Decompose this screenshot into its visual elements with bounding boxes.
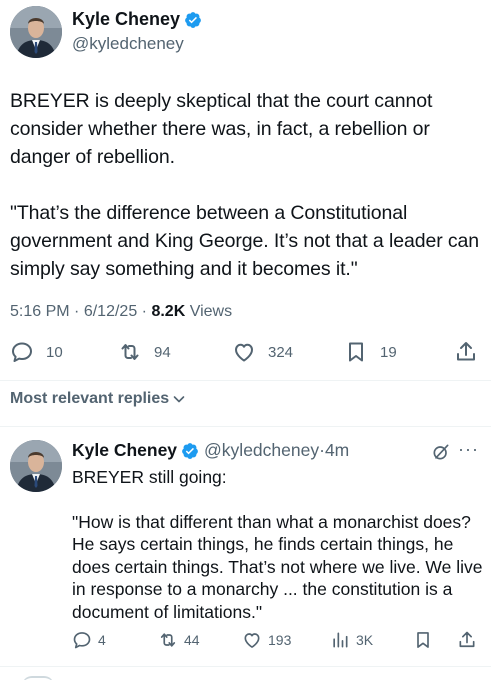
views-label: Views bbox=[189, 303, 233, 320]
views-chart-icon bbox=[333, 632, 348, 648]
tweet-time[interactable]: 5:16 PM bbox=[10, 303, 70, 320]
avatar-image bbox=[10, 6, 62, 58]
share-button[interactable] bbox=[454, 340, 478, 364]
repost-count: 94 bbox=[154, 343, 171, 361]
main-tweet-header: Kyle Cheney @kyledcheney bbox=[10, 6, 480, 58]
meta-separator: · bbox=[141, 303, 147, 320]
like-button[interactable]: 324 bbox=[232, 340, 293, 364]
like-count: 324 bbox=[268, 343, 294, 361]
repost-count: 44 bbox=[184, 632, 200, 648]
next-reply-avatar-peek bbox=[22, 676, 54, 680]
reply-icon bbox=[12, 342, 32, 362]
author-name[interactable]: Kyle Cheney bbox=[72, 9, 180, 30]
avatar-image bbox=[10, 440, 62, 492]
tweet-meta: 5:16 PM · 6/12/25 · 8.2K Views bbox=[10, 303, 232, 321]
repost-icon bbox=[121, 344, 139, 360]
verified-badge-icon bbox=[184, 11, 202, 29]
reply-time[interactable]: 4m bbox=[325, 440, 349, 461]
heart-icon bbox=[244, 633, 260, 648]
repost-button[interactable]: 94 bbox=[118, 340, 171, 364]
grok-icon[interactable] bbox=[431, 442, 451, 462]
reply-button[interactable]: 4 bbox=[72, 630, 106, 650]
meta-separator: · bbox=[74, 303, 80, 320]
reply-text: BREYER still going: "How is that differe… bbox=[72, 466, 484, 623]
tweet-actions: 10 94 324 19 bbox=[10, 340, 478, 368]
bookmark-count: 19 bbox=[380, 343, 397, 361]
more-options-icon[interactable]: ··· bbox=[458, 439, 479, 460]
tweet-text: BREYER is deeply skeptical that the cour… bbox=[10, 87, 480, 283]
reply-header: Kyle Cheney @kyledcheney · 4m bbox=[72, 440, 349, 461]
repost-icon bbox=[160, 633, 176, 647]
share-icon bbox=[457, 342, 475, 361]
divider bbox=[0, 666, 491, 667]
replies-sort-dropdown[interactable]: Most relevant replies bbox=[10, 390, 187, 408]
divider bbox=[0, 426, 491, 427]
bookmark-icon bbox=[417, 632, 429, 648]
author-name-row: Kyle Cheney bbox=[72, 9, 202, 30]
reply-count: 10 bbox=[46, 343, 63, 361]
heart-icon bbox=[235, 343, 253, 362]
views-count: 3K bbox=[356, 632, 374, 648]
reply-actions: 4 44 193 3K bbox=[72, 630, 477, 652]
repost-button[interactable]: 44 bbox=[158, 630, 200, 650]
replies-sort-label: Most relevant replies bbox=[10, 390, 170, 407]
divider bbox=[0, 380, 491, 381]
reply-author-name[interactable]: Kyle Cheney bbox=[72, 440, 177, 461]
views-count[interactable]: 8.2K bbox=[151, 303, 185, 320]
share-icon bbox=[459, 631, 475, 648]
tweet-paragraph: BREYER is deeply skeptical that the cour… bbox=[10, 90, 433, 168]
reply-count: 4 bbox=[98, 632, 106, 648]
reply-paragraph: BREYER still going: bbox=[72, 467, 227, 487]
author-handle[interactable]: @kyledcheney bbox=[72, 34, 184, 54]
share-button[interactable] bbox=[457, 630, 477, 650]
bookmark-button[interactable] bbox=[413, 630, 433, 650]
verified-badge-icon bbox=[181, 442, 199, 460]
reply-paragraph: "How is that different than what a monar… bbox=[72, 511, 483, 622]
chevron-down-icon bbox=[173, 396, 185, 403]
views-button[interactable]: 3K bbox=[330, 630, 373, 650]
like-button[interactable]: 193 bbox=[242, 630, 291, 650]
reply-icon bbox=[73, 632, 91, 649]
reply-button[interactable]: 10 bbox=[10, 340, 63, 364]
like-count: 193 bbox=[268, 632, 292, 648]
bookmark-icon bbox=[349, 342, 363, 362]
tweet-date[interactable]: 6/12/25 bbox=[84, 303, 137, 320]
avatar[interactable] bbox=[10, 6, 62, 58]
reply-avatar[interactable] bbox=[10, 440, 62, 492]
bookmark-button[interactable]: 19 bbox=[344, 340, 397, 364]
tweet-paragraph: "That’s the difference between a Constit… bbox=[10, 202, 480, 280]
reply-author-handle[interactable]: @kyledcheney bbox=[204, 440, 319, 461]
